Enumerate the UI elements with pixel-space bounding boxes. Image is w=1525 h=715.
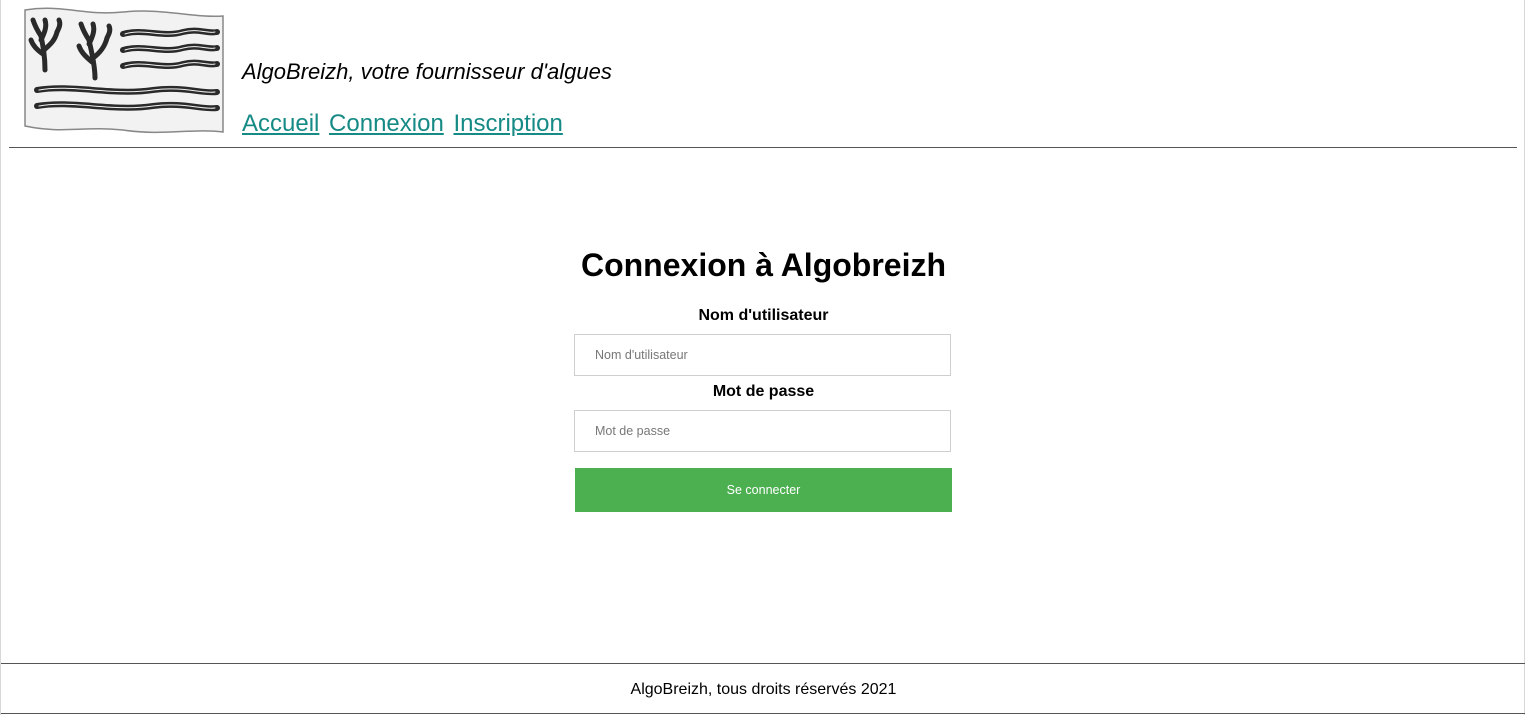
footer-divider	[1, 663, 1525, 664]
login-section: Connexion à Algobreizh Nom d'utilisateur…	[1, 150, 1525, 662]
login-button[interactable]: Se connecter	[575, 468, 952, 512]
password-input[interactable]	[574, 410, 951, 452]
nav-link-inscription[interactable]: Inscription	[453, 110, 562, 137]
bottom-border	[1, 713, 1525, 714]
footer-copyright: AlgoBreizh, tous droits réservés 2021	[630, 681, 897, 698]
username-input[interactable]	[574, 334, 951, 376]
site-tagline: AlgoBreizh, votre fournisseur d'algues	[242, 59, 612, 84]
nav-link-connexion[interactable]: Connexion	[329, 110, 444, 137]
header-divider	[9, 147, 1517, 148]
main-nav: Accueil Connexion Inscription	[242, 110, 566, 138]
page: AlgoBreizh, votre fournisseur d'algues A…	[0, 0, 1525, 715]
password-label: Mot de passe	[712, 383, 815, 400]
flag-logo-icon	[23, 6, 225, 134]
username-label: Nom d'utilisateur	[698, 307, 829, 324]
page-title: Connexion à Algobreizh	[580, 247, 947, 283]
site-header: AlgoBreizh, votre fournisseur d'algues A…	[1, 0, 1525, 148]
nav-link-accueil[interactable]: Accueil	[242, 110, 319, 137]
